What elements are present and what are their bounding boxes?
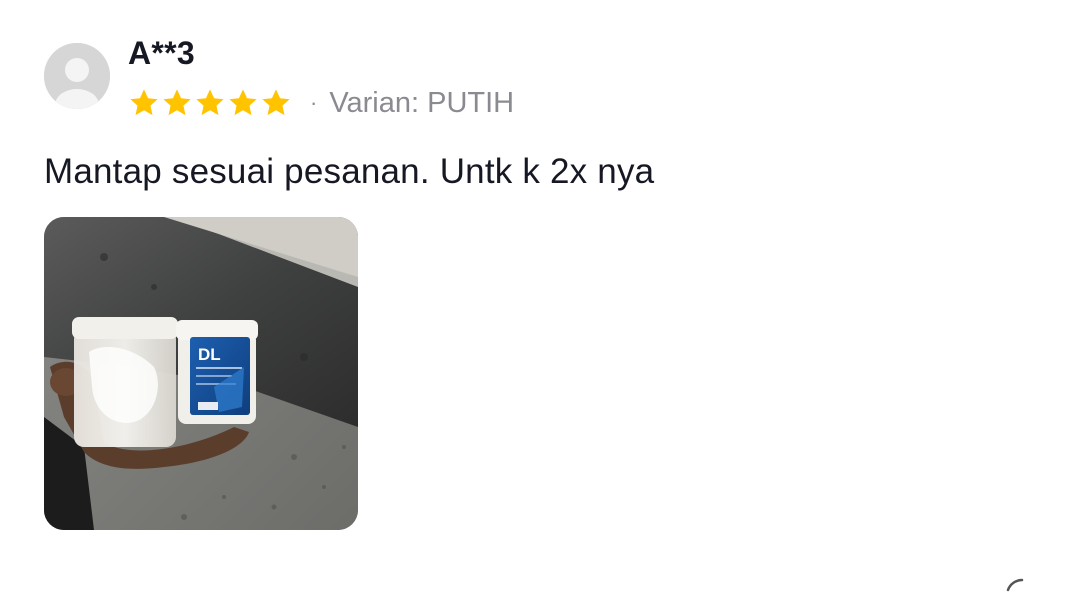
review-body-text: Mantap sesuai pesanan. Untk k 2x nya	[44, 152, 655, 191]
variant-label: Varian: PUTIH	[329, 87, 515, 119]
star-filled-icon	[196, 89, 224, 116]
review-photo[interactable]: DL	[44, 217, 358, 530]
review-card: A**3 · Varian: PUTIH Mantap sesuai pesan…	[0, 0, 1080, 592]
jar-label-text: DL	[198, 345, 221, 364]
rating-row: · Varian: PUTIH	[128, 84, 514, 122]
user-avatar[interactable]	[44, 43, 110, 109]
reviewer-username[interactable]: A**3	[128, 34, 195, 72]
star-rating	[128, 87, 292, 119]
more-icon[interactable]	[1000, 570, 1030, 600]
star-filled-icon	[130, 89, 158, 116]
review-photo-image: DL	[44, 217, 358, 530]
separator-dot: ·	[310, 90, 318, 115]
star-filled-icon	[163, 89, 191, 116]
default-user-avatar-icon	[44, 43, 110, 109]
star-filled-icon	[262, 89, 290, 116]
star-filled-icon	[229, 89, 257, 116]
